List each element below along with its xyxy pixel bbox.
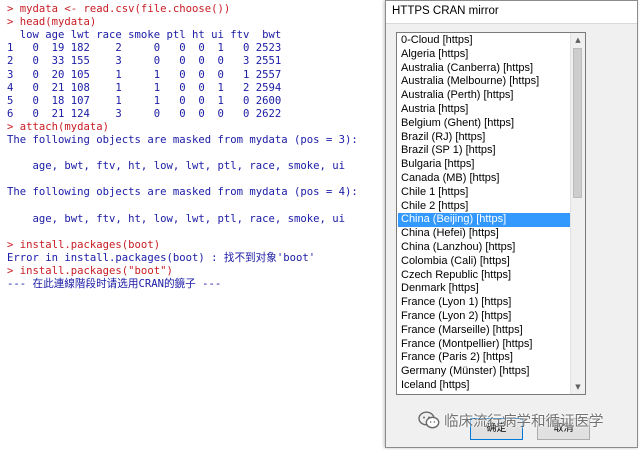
mirror-list-item[interactable]: France (Lyon 1) [https] <box>398 296 570 310</box>
mirror-list-item[interactable]: Belgium (Ghent) [https] <box>398 117 570 131</box>
console-output-line: --- 在此連線階段时请选用CRAN的鏡子 --- <box>7 278 222 291</box>
cran-mirror-dialog: HTTPS CRAN mirror 0-Cloud [https] Algeria… <box>385 0 638 448</box>
console-output-line: low age lwt race smoke ptl ht ui ftv bwt <box>7 29 282 42</box>
dialog-title: HTTPS CRAN mirror <box>392 5 499 17</box>
watermark: 临床流行病学和循证医学 <box>418 409 604 431</box>
console-input-line: > install.packages(boot) <box>7 238 161 251</box>
console-output-line: 1 0 19 182 2 0 0 0 1 0 2523 <box>7 42 282 55</box>
mirror-list-item[interactable]: France (Paris 2) [https] <box>398 351 570 365</box>
mirror-list-item[interactable]: Australia (Melbourne) [https] <box>398 75 570 89</box>
r-console[interactable]: > mydata <- read.csv(file.choose()) > hea… <box>0 0 383 450</box>
vertical-scrollbar[interactable]: ▲ ▼ <box>570 33 585 394</box>
console-input-line: > mydata <- read.csv(file.choose()) <box>7 3 231 15</box>
mirror-list-item[interactable]: Czech Republic [https] <box>398 269 570 283</box>
mirror-list-item[interactable]: Algeria [https] <box>398 48 570 62</box>
console-output-line: 5 0 18 107 1 1 0 0 1 0 2600 <box>7 94 282 107</box>
mirror-listbox[interactable]: 0-Cloud [https] Algeria [https] Australia … <box>396 32 586 395</box>
scrollbar-thumb[interactable] <box>573 48 582 198</box>
mirror-list-item[interactable]: France (Marseille) [https] <box>398 324 570 338</box>
console-output-line: 3 0 20 105 1 1 0 0 0 1 2557 <box>7 68 282 81</box>
mirror-list-item[interactable]: Colombia (Cali) [https] <box>398 255 570 269</box>
mirror-list-item[interactable]: 0-Cloud [https] <box>398 34 570 48</box>
console-output-line: age, bwt, ftv, ht, low, lwt, ptl, race, … <box>7 160 346 173</box>
console-input-line: > head(mydata) <box>7 16 97 29</box>
console-input-line: > attach(mydata) <box>7 120 110 133</box>
scroll-up-arrow-icon[interactable]: ▲ <box>571 33 585 47</box>
mirror-list-item[interactable]: Australia (Perth) [https] <box>398 89 570 103</box>
mirror-list-item[interactable]: Iceland [https] <box>398 379 570 393</box>
console-output-line: 2 0 33 155 3 0 0 0 0 3 2551 <box>7 55 282 68</box>
console-output-line: 4 0 21 108 1 1 0 0 1 2 2594 <box>7 81 282 94</box>
mirror-list-item[interactable]: China (Hefei) [https] <box>398 227 570 241</box>
mirror-list-item[interactable]: Bulgaria [https] <box>398 158 570 172</box>
mirror-list-item[interactable]: Chile 2 [https] <box>398 200 570 214</box>
mirror-list-item[interactable]: Brazil (RJ) [https] <box>398 131 570 145</box>
scroll-down-arrow-icon[interactable]: ▼ <box>571 380 585 394</box>
mirror-list-item[interactable]: Canada (MB) [https] <box>398 172 570 186</box>
console-output-line: 6 0 21 124 3 0 0 0 0 0 2622 <box>7 107 282 120</box>
console-input-line: > install.packages("boot") <box>7 265 173 277</box>
mirror-list-item[interactable]: Australia (Canberra) [https] <box>398 62 570 76</box>
dialog-titlebar[interactable]: HTTPS CRAN mirror <box>386 1 637 24</box>
console-output-line: Error in install.packages(boot) : 找不到对象'… <box>7 251 316 264</box>
mirror-list-item[interactable]: France (Lyon 2) [https] <box>398 310 570 324</box>
mirror-list-item[interactable]: Chile 1 [https] <box>398 186 570 200</box>
mirror-list-item[interactable]: China (Beijing) [https] <box>398 213 570 228</box>
console-output-line: The following objects are masked from my… <box>7 186 358 199</box>
watermark-text: 临床流行病学和循证医学 <box>444 413 604 430</box>
wechat-icon <box>418 411 440 429</box>
console-output-line: The following objects are masked from my… <box>7 134 358 146</box>
mirror-list-item[interactable]: France (Montpellier) [https] <box>398 338 570 352</box>
mirror-list-item[interactable]: Denmark [https] <box>398 282 570 296</box>
console-output-line: age, bwt, ftv, ht, low, lwt, ptl, race, … <box>7 212 346 225</box>
mirror-list: 0-Cloud [https] Algeria [https] Australia … <box>398 34 570 393</box>
mirror-list-item[interactable]: China (Lanzhou) [https] <box>398 241 570 255</box>
mirror-list-item[interactable]: Germany (Münster) [https] <box>398 365 570 379</box>
mirror-list-item[interactable]: Austria [https] <box>398 103 570 117</box>
mirror-list-item[interactable]: Brazil (SP 1) [https] <box>398 144 570 158</box>
